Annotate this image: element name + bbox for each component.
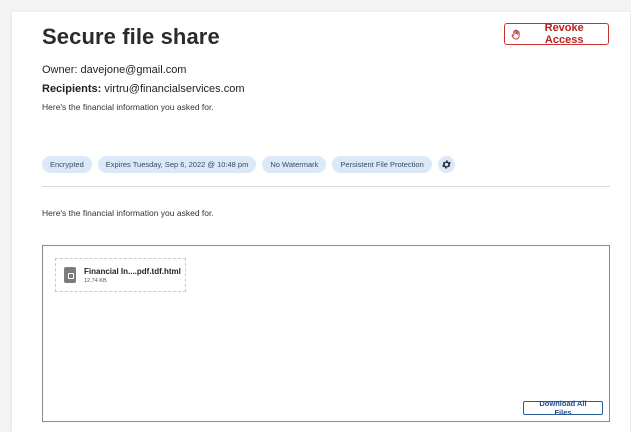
section-divider <box>42 186 610 187</box>
tag-expires: Expires Tuesday, Sep 6, 2022 @ 10:48 pm <box>97 156 257 173</box>
revoke-access-label: Revoke Access <box>544 22 584 46</box>
attachment-size: 12.74 KB <box>84 277 107 284</box>
gear-icon <box>441 160 451 169</box>
message-body: Here's the financial information you ask… <box>42 208 214 218</box>
revoke-access-button[interactable]: Revoke Access <box>504 22 609 46</box>
settings-button[interactable] <box>437 156 455 173</box>
attachment-item[interactable]: Financial In....pdf.tdf.html 12.74 KB <box>55 258 186 292</box>
secure-file-share-card: Secure file share Revoke Access Owner: d… <box>12 12 630 432</box>
file-lock-icon <box>64 267 76 283</box>
recipients-value: virtru@financialservices.com <box>104 83 245 95</box>
owner-value: davejone@gmail.com <box>80 64 187 76</box>
recipients-label: Recipients: <box>42 83 102 95</box>
tag-encrypted: Encrypted <box>42 156 92 173</box>
page-title: Secure file share <box>42 24 220 49</box>
attachment-name: Financial In....pdf.tdf.html <box>84 266 181 276</box>
tag-no-watermark: No Watermark <box>262 156 327 173</box>
owner-line: Owner: davejone@gmail.com <box>42 64 186 76</box>
message-preview: Here's the financial information you ask… <box>42 102 214 112</box>
owner-label: Owner: <box>42 64 78 76</box>
tag-persistent-protection: Persistent File Protection <box>332 156 432 173</box>
hand-stop-icon <box>511 29 520 39</box>
protection-tags: Encrypted Expires Tuesday, Sep 6, 2022 @… <box>42 156 455 173</box>
recipients-line: Recipients: virtru@financialservices.com <box>42 83 245 95</box>
download-all-button[interactable]: Download All Files <box>523 399 603 417</box>
attachments-panel: Financial In....pdf.tdf.html 12.74 KB Do… <box>42 245 610 422</box>
